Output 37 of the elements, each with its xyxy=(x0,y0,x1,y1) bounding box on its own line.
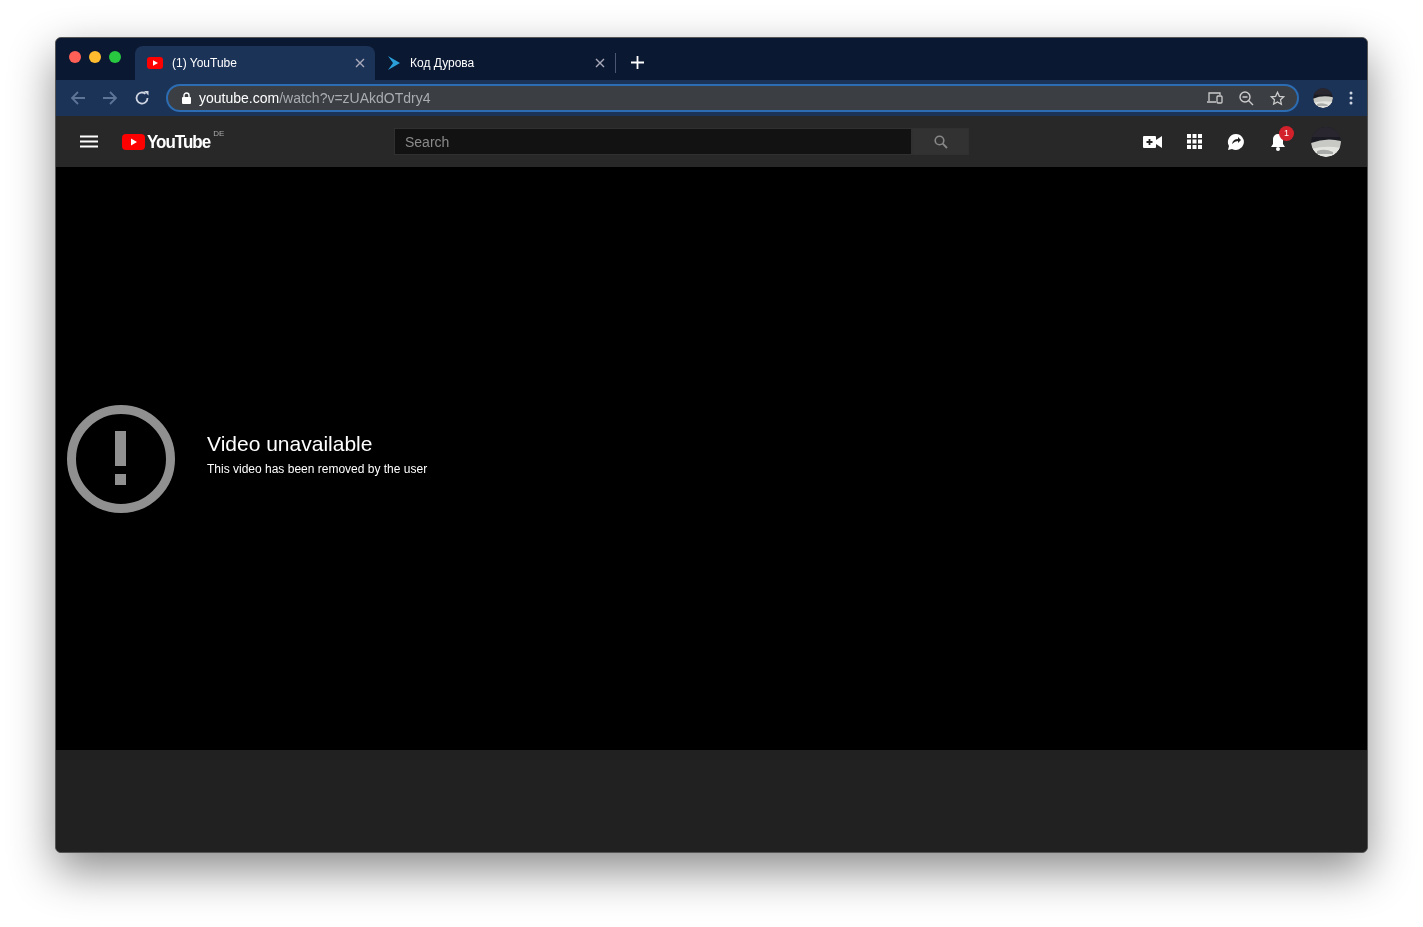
maximize-window-button[interactable] xyxy=(109,51,121,63)
plus-icon[interactable] xyxy=(631,56,644,69)
cast-icon[interactable] xyxy=(1207,92,1223,104)
warning-icon xyxy=(67,404,175,513)
zoom-out-icon[interactable] xyxy=(1239,90,1254,106)
notification-count: 1 xyxy=(1279,125,1294,141)
star-icon[interactable] xyxy=(1270,90,1285,106)
back-arrow-icon[interactable] xyxy=(70,90,86,106)
address-bar[interactable]: youtube.com/watch?v=zUAkdOTdry4 xyxy=(166,84,1299,112)
bell-icon[interactable] xyxy=(1270,132,1286,151)
apps-grid-icon[interactable] xyxy=(1187,134,1202,149)
error-title: Video unavailable xyxy=(207,431,374,456)
search-button[interactable] xyxy=(912,128,969,155)
forward-arrow-icon[interactable] xyxy=(102,90,118,106)
url-text: youtube.com/watch?v=zUAkdOTdry4 xyxy=(199,90,431,106)
close-icon[interactable] xyxy=(355,58,365,68)
tab-title: Код Дурова xyxy=(410,56,476,70)
reload-icon[interactable] xyxy=(134,90,150,106)
play-icon[interactable] xyxy=(122,133,145,150)
logo-text[interactable]: YouTube xyxy=(147,130,211,153)
region-label: DE xyxy=(213,129,225,138)
browser-tab[interactable]: Код Дурова xyxy=(375,46,615,80)
play-icon xyxy=(147,57,163,69)
menu-icon[interactable] xyxy=(80,135,98,148)
more-icon[interactable] xyxy=(1349,91,1353,105)
search-icon xyxy=(933,134,948,149)
browser-tab[interactable]: (1) YouTube xyxy=(135,46,375,80)
chat-bubble-icon[interactable] xyxy=(1227,132,1245,151)
lock-icon xyxy=(182,92,191,104)
close-window-button[interactable] xyxy=(69,51,81,63)
close-icon[interactable] xyxy=(595,58,605,68)
minimize-window-button[interactable] xyxy=(89,51,101,63)
video-camera-icon[interactable] xyxy=(1143,135,1162,148)
chevron-icon xyxy=(387,55,401,71)
tab-title: (1) YouTube xyxy=(172,56,238,70)
search-field[interactable]: Search xyxy=(394,128,912,155)
error-message: This video has been removed by the user xyxy=(207,461,428,476)
